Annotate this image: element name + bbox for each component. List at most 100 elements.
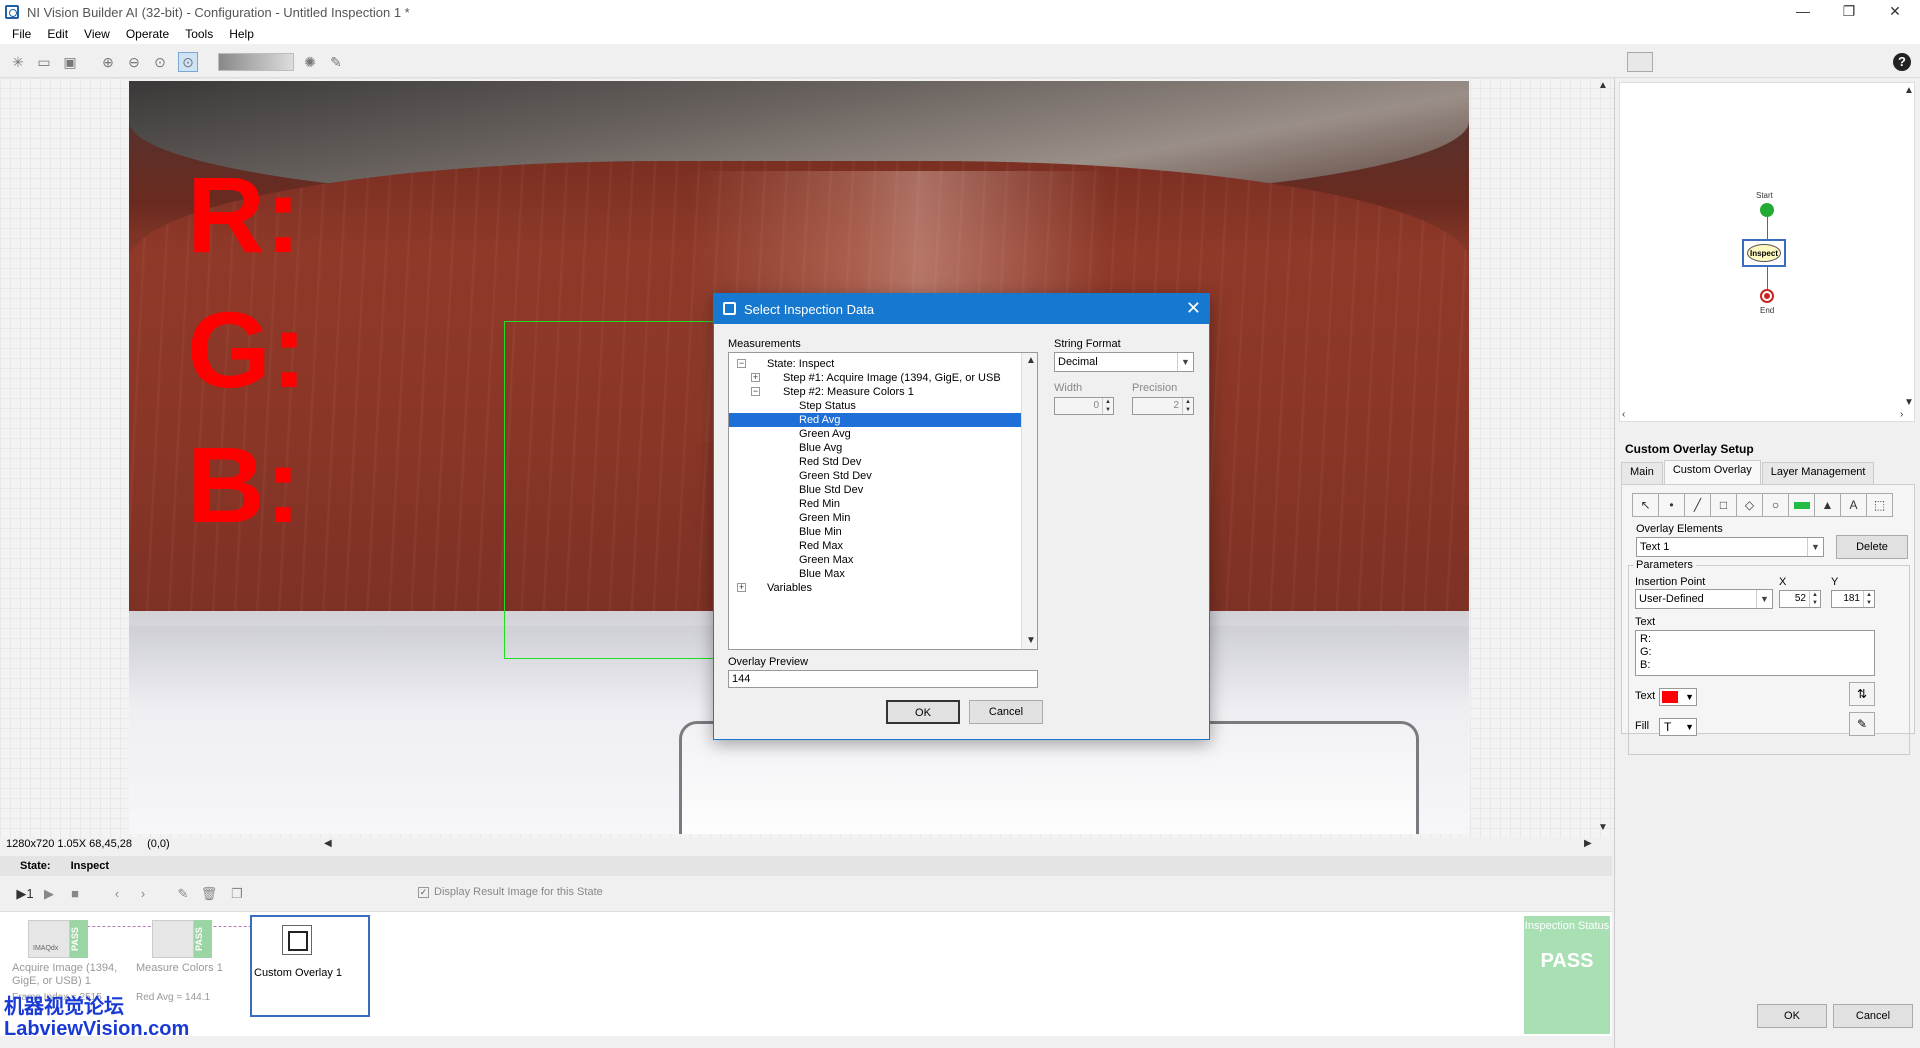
tree-item[interactable]: Blue Min (729, 525, 1021, 539)
step-custom-overlay[interactable]: Custom Overlay 1 (250, 915, 370, 1017)
run-once-button[interactable]: ▶1 (14, 885, 36, 903)
expand-icon[interactable]: + (751, 373, 760, 382)
text-color-picker[interactable]: ▼ (1659, 688, 1697, 706)
copy-step-icon[interactable]: ❐ (228, 885, 246, 903)
flow-scroll-right-icon[interactable]: › (1900, 409, 1903, 420)
palette-selector[interactable] (218, 53, 294, 71)
collapse-icon[interactable]: − (751, 387, 760, 396)
tab-main[interactable]: Main (1621, 462, 1663, 484)
tree-item[interactable]: Red Max (729, 539, 1021, 553)
setup-cancel-button[interactable]: Cancel (1833, 1004, 1913, 1028)
chevron-down-icon[interactable]: ▼ (1756, 590, 1772, 608)
save-icon[interactable]: ▣ (60, 52, 80, 72)
tree-item[interactable]: Blue Avg (729, 441, 1021, 455)
menu-edit[interactable]: Edit (39, 27, 76, 41)
width-stepper-icon[interactable]: ▲ ▼ (1102, 398, 1113, 414)
tab-layer-management[interactable]: Layer Management (1761, 462, 1875, 484)
string-format-select[interactable]: Decimal ▼ (1054, 352, 1194, 372)
chevron-down-icon[interactable]: ▼ (1177, 353, 1193, 371)
open-folder-icon[interactable]: ▭ (34, 52, 54, 72)
point-tool-icon[interactable]: • (1658, 493, 1685, 517)
help-icon[interactable]: ? (1893, 53, 1911, 71)
flow-scroll-down-icon[interactable]: ▼ (1904, 397, 1914, 408)
display-result-checkbox[interactable]: ✓ Display Result Image for this State (418, 886, 603, 898)
expand-icon[interactable]: + (737, 583, 746, 592)
y-input[interactable]: 181 ▲ ▼ (1831, 590, 1875, 608)
menu-view[interactable]: View (76, 27, 118, 41)
image-vertical-scrollbar[interactable]: ▲ ▼ (1596, 78, 1610, 838)
dialog-ok-button[interactable]: OK (886, 700, 960, 724)
checkbox-check-icon[interactable]: ✓ (418, 886, 429, 898)
flow-inspect-state[interactable]: Inspect (1742, 239, 1786, 267)
scroll-down-icon[interactable]: ▼ (1598, 822, 1608, 833)
flowchart-toolbar-icon[interactable] (1627, 52, 1653, 72)
zoom-1to1-icon[interactable]: ⊙ (150, 52, 170, 72)
menu-help[interactable]: Help (221, 27, 262, 41)
flow-scroll-up-icon[interactable]: ▲ (1904, 85, 1914, 96)
tab-custom-overlay[interactable]: Custom Overlay (1663, 460, 1761, 484)
tree-item[interactable]: Green Std Dev (729, 469, 1021, 483)
flow-end-node[interactable] (1760, 289, 1774, 303)
x-input[interactable]: 52 ▲ ▼ (1779, 590, 1821, 608)
scroll-up-icon[interactable]: ▲ (1598, 80, 1608, 91)
roi-tool-icon[interactable]: ⬚ (1866, 493, 1893, 517)
diamond-tool-icon[interactable]: ◇ (1736, 493, 1763, 517)
restore-button[interactable]: ❐ (1826, 0, 1872, 24)
color-bar-tool-icon[interactable] (1788, 493, 1815, 517)
text-style-icon[interactable]: ✎ (1849, 712, 1875, 736)
tree-item[interactable]: − Step #2: Measure Colors 1 (729, 385, 1021, 399)
scroll-right-icon[interactable]: ▶ (1584, 838, 1592, 849)
scroll-down-icon[interactable]: ▼ (1026, 635, 1036, 646)
tree-item[interactable]: − State: Inspect (729, 357, 1021, 371)
oval-tool-icon[interactable]: ○ (1762, 493, 1789, 517)
tree-item[interactable]: Green Min (729, 511, 1021, 525)
tree-item[interactable]: Blue Max (729, 567, 1021, 581)
state-diagram[interactable]: Start Inspect End ‹ › ▲ ▼ (1619, 82, 1915, 422)
zoom-in-icon[interactable]: ⊕ (98, 52, 118, 72)
stop-icon[interactable]: ■ (66, 885, 84, 903)
insertion-point-select[interactable]: User-Defined ▼ (1635, 589, 1773, 609)
delete-button[interactable]: Delete (1836, 535, 1908, 559)
minimize-button[interactable]: — (1780, 0, 1826, 24)
y-stepper-icon[interactable]: ▲ ▼ (1863, 591, 1874, 607)
chevron-down-icon[interactable]: ▼ (1807, 538, 1823, 556)
tree-item[interactable]: Step Status (729, 399, 1021, 413)
scroll-up-icon[interactable]: ▲ (1026, 355, 1036, 366)
tree-item[interactable]: Green Max (729, 553, 1021, 567)
text-tool-icon[interactable]: A (1840, 493, 1867, 517)
zoom-out-icon[interactable]: ⊖ (124, 52, 144, 72)
next-step-icon[interactable]: › (134, 885, 152, 903)
line-tool-icon[interactable]: ╱ (1684, 493, 1711, 517)
width-input[interactable]: 0 ▲ ▼ (1054, 397, 1114, 415)
setup-ok-button[interactable]: OK (1757, 1004, 1827, 1028)
fill-color-picker[interactable]: T ▼ (1659, 718, 1697, 736)
new-inspection-icon[interactable]: ✳ (8, 52, 28, 72)
roi-rectangle[interactable] (504, 321, 714, 659)
overlay-elements-select[interactable]: Text 1 ▼ (1636, 537, 1824, 557)
rectangle-tool-icon[interactable]: □ (1710, 493, 1737, 517)
tree-item[interactable]: Green Avg (729, 427, 1021, 441)
collapse-icon[interactable]: − (737, 359, 746, 368)
text-options-icon[interactable]: ⇅ (1849, 682, 1875, 706)
close-button[interactable]: ✕ (1872, 0, 1918, 24)
previous-step-icon[interactable]: ‹ (108, 885, 126, 903)
tree-item[interactable]: Red Min (729, 497, 1021, 511)
flow-start-node[interactable] (1760, 203, 1774, 217)
menu-tools[interactable]: Tools (177, 27, 221, 41)
image-horizontal-scrollbar[interactable]: ◀ ▶ (320, 838, 1596, 852)
tree-item[interactable]: + Variables (729, 581, 1021, 595)
flow-scroll-left-icon[interactable]: ‹ (1622, 409, 1625, 420)
overlay-preview-field[interactable]: 144 (728, 670, 1038, 688)
menu-file[interactable]: File (4, 27, 39, 41)
dialog-close-icon[interactable]: ✕ (1186, 298, 1201, 319)
image-tool-icon[interactable]: ▲ (1814, 493, 1841, 517)
edit-pen-icon[interactable]: ✎ (326, 52, 346, 72)
tree-item[interactable]: Blue Std Dev (729, 483, 1021, 497)
tree-item[interactable]: Red Avg (729, 413, 1021, 427)
tree-item[interactable]: + Step #1: Acquire Image (1394, GigE, or … (729, 371, 1021, 385)
delete-step-icon[interactable]: 🗑 (200, 885, 218, 903)
overlay-text-input[interactable]: R: G: B: (1635, 630, 1875, 676)
edit-step-icon[interactable]: ✎ (174, 885, 192, 903)
menu-operate[interactable]: Operate (118, 27, 177, 41)
tree-scrollbar[interactable]: ▲ ▼ (1021, 353, 1037, 649)
